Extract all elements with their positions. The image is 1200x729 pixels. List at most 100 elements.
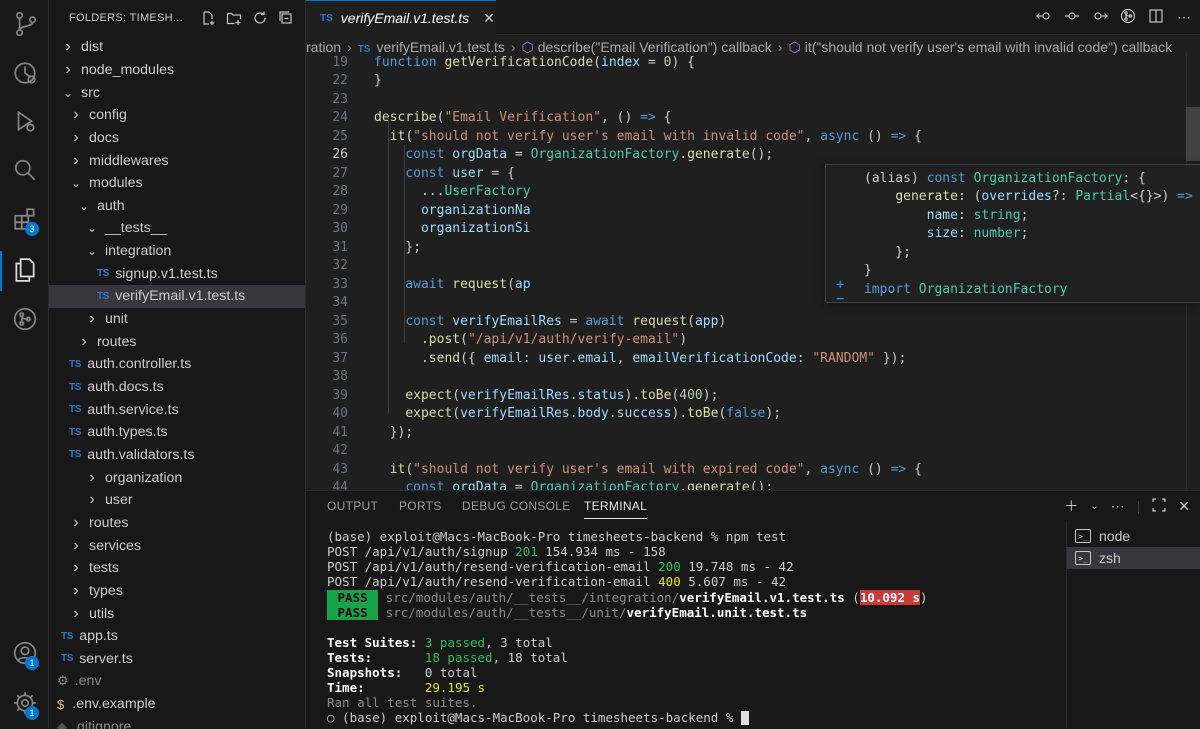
folder-item[interactable]: › utils	[49, 602, 305, 625]
file-item[interactable]: TS verifyEmail.v1.test.ts	[49, 285, 305, 308]
code-token: .	[374, 350, 429, 366]
activity-account[interactable]: 1	[0, 630, 49, 678]
folder-item[interactable]: ⌄ modules	[49, 172, 305, 195]
file-item[interactable]: TS signup.v1.test.ts	[49, 263, 305, 286]
new-terminal-icon[interactable]: ＋	[1064, 496, 1078, 516]
new-file-icon[interactable]	[199, 9, 217, 27]
folder-item[interactable]: ⌄ auth	[49, 195, 305, 218]
code-token: :	[522, 350, 539, 366]
folder-item[interactable]: › types	[49, 580, 305, 603]
code-token: describe	[374, 110, 437, 126]
code-token: .	[679, 147, 688, 163]
activity-search[interactable]	[0, 147, 49, 195]
code-token: function	[374, 54, 445, 70]
terminal-token: 19.748 ms - 42	[680, 559, 794, 574]
code-token: =	[640, 54, 664, 70]
terminal-line: Test Suites: 3 passed, 3 total	[327, 635, 553, 650]
maximize-panel-icon[interactable]	[1152, 497, 1166, 515]
activity-extensions[interactable]: 3	[0, 196, 49, 244]
terminal-item-node[interactable]: >_ node	[1067, 525, 1200, 547]
code-token: toBe	[687, 406, 719, 422]
folder-item[interactable]: › routes	[49, 512, 305, 535]
file-item[interactable]: ◆ .gitignore	[49, 716, 305, 729]
folder-item[interactable]: › organization	[49, 466, 305, 489]
file-item[interactable]: TS auth.docs.ts	[49, 376, 305, 399]
tab-output[interactable]: OUTPUT	[327, 491, 378, 521]
activity-explorer[interactable]	[0, 247, 49, 295]
split-editor-icon[interactable]	[1148, 8, 1164, 27]
code-token: expect	[405, 387, 453, 403]
scrollbar-thumb[interactable]	[1186, 107, 1200, 161]
chevron-right-icon: ›	[73, 581, 79, 599]
go-back-icon[interactable]	[1036, 8, 1052, 27]
more-panel-actions-icon[interactable]: ⋯	[1111, 498, 1125, 515]
terminal-list: >_ node >_ zsh	[1066, 521, 1200, 729]
code-token: )	[679, 332, 688, 348]
terminal-token: Tests:	[327, 650, 425, 665]
tab-debug-console[interactable]: DEBUG CONSOLE	[462, 491, 571, 521]
hover-line: size: number;	[864, 225, 1029, 244]
terminal-icon: >_	[1075, 551, 1091, 565]
activity-timeline[interactable]	[0, 50, 49, 98]
terminal-scrollbar[interactable]	[1051, 533, 1056, 723]
refresh-icon[interactable]	[251, 9, 269, 27]
file-item[interactable]: TS app.ts	[49, 625, 305, 648]
folder-item[interactable]: › node_modules	[49, 59, 305, 82]
file-item[interactable]: TS auth.service.ts	[49, 398, 305, 421]
collapse-all-icon[interactable]	[277, 9, 295, 27]
terminal-dropdown-icon[interactable]: ⌄	[1090, 501, 1098, 512]
activity-git-graph[interactable]	[0, 296, 49, 344]
file-item[interactable]: $ .env.example	[49, 693, 305, 716]
collapse-hover-icon[interactable]: −	[836, 291, 844, 307]
activity-run-debug[interactable]	[0, 98, 49, 146]
tree-item-label: services	[89, 537, 142, 554]
code-token: {	[655, 110, 672, 126]
file-item[interactable]: TS auth.validators.ts	[49, 444, 305, 467]
more-actions-icon[interactable]: ⋯	[1176, 9, 1192, 26]
tab-ports[interactable]: PORTS	[399, 491, 442, 521]
folder-item[interactable]: › user	[49, 489, 305, 512]
folder-item[interactable]: › dist	[49, 36, 305, 59]
file-item[interactable]: TS server.ts	[49, 648, 305, 671]
activity-source-control[interactable]	[0, 0, 49, 48]
folder-item[interactable]: ⌄ __tests__	[49, 217, 305, 240]
close-tab-icon[interactable]: ✕	[483, 10, 495, 27]
code-token: (	[405, 461, 414, 477]
folder-item[interactable]: ⌄ integration	[49, 240, 305, 263]
code-token: .	[608, 406, 617, 422]
terminal-item-zsh[interactable]: >_ zsh	[1067, 547, 1200, 569]
code-token: email	[577, 350, 617, 366]
close-panel-icon[interactable]: ✕	[1178, 498, 1190, 515]
folder-item[interactable]: › routes	[49, 330, 305, 353]
bottom-panel: OUTPUT PORTS DEBUG CONSOLE TERMINAL ＋ ⌄ ⋯ |…	[306, 490, 1200, 729]
editor-tab-active[interactable]: TS verifyEmail.v1.test.ts ✕	[306, 0, 496, 35]
folder-item[interactable]: › middlewares	[49, 149, 305, 172]
go-forward-icon[interactable]	[1092, 8, 1108, 27]
typescript-file-icon: TS	[69, 449, 82, 461]
folder-item[interactable]: ⌄ src	[49, 81, 305, 104]
git-compare-icon[interactable]	[1120, 8, 1136, 27]
code-token: request	[452, 276, 508, 292]
file-item[interactable]: TS auth.types.ts	[49, 421, 305, 444]
tab-terminal[interactable]: TERMINAL	[584, 491, 648, 521]
folder-item[interactable]: › unit	[49, 308, 305, 331]
file-item[interactable]: TS auth.controller.ts	[49, 353, 305, 376]
folder-item[interactable]: › docs	[49, 127, 305, 150]
terminal-token: 201	[515, 544, 538, 559]
folder-item[interactable]: › tests	[49, 557, 305, 580]
code-token: it	[389, 461, 406, 477]
new-folder-icon[interactable]	[225, 9, 243, 27]
source-control-icon	[12, 10, 38, 39]
activity-settings-gear[interactable]: 1	[0, 680, 49, 728]
code-token: await	[405, 276, 453, 292]
folder-item[interactable]: › services	[49, 534, 305, 557]
terminal-output[interactable]: (base) exploit@Macs-MacBook-Pro timeshee…	[306, 521, 1066, 729]
terminal-token: src/modules/auth/__tests__/integration/	[385, 590, 680, 605]
folder-item[interactable]: › config	[49, 104, 305, 127]
file-item[interactable]: ⚙ .env	[49, 670, 305, 693]
timeline-dot-icon[interactable]	[1064, 8, 1080, 27]
